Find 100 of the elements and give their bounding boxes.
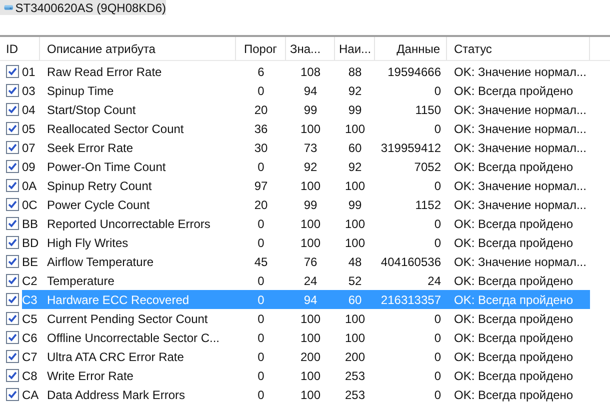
table-row[interactable]: C5 Current Pending Sector Count 0 100 100 0 OK: Всегда пройдено xyxy=(22,309,590,328)
table-row[interactable]: C2 Temperature 0 24 52 24 OK: Всегда пройдено xyxy=(22,271,590,290)
table-cell-text: OK: Значение нормал... xyxy=(453,120,588,138)
table-cell-text: 108 xyxy=(299,64,322,80)
checkbox[interactable] xyxy=(6,312,19,325)
column-header[interactable]: Зна... xyxy=(286,37,335,60)
table-row[interactable]: 04 Start/Stop Count 20 99 99 1150 OK: Значение нормал... xyxy=(22,100,590,119)
checkmark-icon xyxy=(8,238,17,247)
column-header[interactable]: Описание атрибута xyxy=(40,37,236,60)
table-cell-text: BE xyxy=(22,254,40,270)
table-row[interactable]: BE Airflow Temperature 45 76 48 404160536 OK: Значение нормал... xyxy=(22,252,590,271)
column-header[interactable]: Наи... xyxy=(335,37,375,60)
table-cell-text: C6 xyxy=(22,330,38,346)
checkbox[interactable] xyxy=(6,369,19,382)
checkmark-icon xyxy=(8,162,17,171)
table-row[interactable]: BB Reported Uncorrectable Errors 0 100 100 0 OK: Всегда пройдено xyxy=(22,214,590,233)
table-cell-text: 404160536 xyxy=(380,254,442,270)
table-cell-text: Spinup Time xyxy=(46,82,115,100)
table-cell-text: 0 xyxy=(433,178,442,194)
table-cell-text: 0 xyxy=(256,158,266,176)
table-row[interactable]: 01 Raw Read Error Rate 6 108 88 19594666 OK: Значение нормал... xyxy=(22,62,590,81)
table-row[interactable]: 0C Power Cycle Count 20 99 99 1152 OK: Значение нормал... xyxy=(22,195,590,214)
table-cell-text: OK: Значение нормал... xyxy=(453,140,588,156)
table-cell-text: BB xyxy=(22,216,40,232)
checkbox[interactable] xyxy=(6,388,19,401)
table-row[interactable]: CA Data Address Mark Errors 0 100 253 0 OK: Всегда пройдено xyxy=(22,385,590,404)
table-row[interactable]: 07 Seek Error Rate 30 73 60 319959412 OK: Значение нормал... xyxy=(22,138,590,157)
table-cell-text: Write Error Rate xyxy=(46,368,134,384)
table-cell-text: Hardware ECC Recovered xyxy=(46,292,190,308)
table-cell-text: 100 xyxy=(299,330,322,346)
checkbox[interactable] xyxy=(6,65,19,78)
table-cell-text: 0 xyxy=(256,368,266,384)
checkbox[interactable] xyxy=(6,331,19,344)
table-row[interactable]: 05 Reallocated Sector Count 36 100 100 0 OK: Значение нормал... xyxy=(22,119,590,138)
table-cell-text: CA xyxy=(22,386,40,404)
checkmark-icon xyxy=(8,86,17,95)
table-cell-text: OK: Значение нормал... xyxy=(453,196,588,214)
table-cell-text: OK: Всегда пройдено xyxy=(453,234,574,252)
table-cell-text: OK: Всегда пройдено xyxy=(453,82,574,100)
table-cell-text: 19594666 xyxy=(386,64,442,80)
table-cell-text: 0 xyxy=(256,330,266,346)
table-row[interactable]: C8 Write Error Rate 0 100 253 0 OK: Всегда пройдено xyxy=(22,366,590,385)
table-cell-text: 60 xyxy=(347,292,363,308)
checkbox[interactable] xyxy=(6,122,19,135)
table-cell-text: OK: Всегда пройдено xyxy=(453,158,574,176)
table-cell-text: 7052 xyxy=(413,158,442,176)
table-cell-text: 0 xyxy=(433,310,442,328)
checkbox[interactable] xyxy=(6,350,19,363)
table-cell-text: 0 xyxy=(256,272,266,290)
column-header[interactable]: Данные xyxy=(375,37,447,60)
table-row[interactable]: 0A Spinup Retry Count 97 100 100 0 OK: Значение нормал... xyxy=(22,176,590,195)
table-cell-text: 0 xyxy=(433,120,442,138)
checkbox[interactable] xyxy=(6,179,19,192)
table-cell-text: C2 xyxy=(22,272,38,290)
checkbox[interactable] xyxy=(6,103,19,116)
checkbox[interactable] xyxy=(6,160,19,173)
table-row[interactable]: 03 Spinup Time 0 94 92 0 OK: Всегда пройдено xyxy=(22,81,590,100)
column-header[interactable]: ID xyxy=(0,37,40,60)
table-cell-text: 200 xyxy=(299,348,322,366)
table-cell-text: 24 xyxy=(302,272,318,290)
table-cell-text: C8 xyxy=(22,368,38,384)
table-cell-text: 0 xyxy=(256,386,266,404)
checkbox[interactable] xyxy=(6,198,19,211)
table-cell-text: C7 xyxy=(22,348,38,366)
checkbox[interactable] xyxy=(6,274,19,287)
hard-drive-icon xyxy=(4,3,14,12)
table-cell-text: 100 xyxy=(299,216,322,232)
table-cell-text: 94 xyxy=(302,292,318,308)
table-row[interactable]: C6 Offline Uncorrectable Sector C... 0 100 100 0 OK: Всегда пройдено xyxy=(22,328,590,347)
checkbox[interactable] xyxy=(6,255,19,268)
checkmark-icon xyxy=(8,67,17,76)
checkbox[interactable] xyxy=(6,217,19,230)
checkmark-icon xyxy=(8,143,17,152)
table-cell-text: OK: Всегда пройдено xyxy=(453,368,574,384)
table-cell-text: OK: Всегда пройдено xyxy=(453,292,574,308)
checkbox[interactable] xyxy=(6,141,19,154)
column-header[interactable]: Порог xyxy=(236,37,286,60)
table-row[interactable]: 09 Power-On Time Count 0 92 92 7052 OK: Всегда пройдено xyxy=(22,157,590,176)
drive-tab[interactable]: ST3400620AS (9QH08KD6) xyxy=(0,0,166,15)
table-cell-text: 48 xyxy=(347,254,363,270)
table-cell-text: 60 xyxy=(347,140,363,156)
checkmark-icon xyxy=(8,200,17,209)
table-cell-text: High Fly Writes xyxy=(46,234,130,252)
table-cell-text: 99 xyxy=(347,102,363,118)
table-cell-text: 45 xyxy=(253,254,269,270)
table-cell-text: OK: Всегда пройдено xyxy=(453,330,574,346)
checkmark-icon xyxy=(8,371,17,380)
table-cell-text: 253 xyxy=(344,386,366,404)
table-cell-text: Data Address Mark Errors xyxy=(46,386,186,404)
table-cell-text: 1152 xyxy=(414,196,442,214)
table-cell-text: 30 xyxy=(253,140,269,156)
checkbox[interactable] xyxy=(6,293,19,306)
checkbox[interactable] xyxy=(6,236,19,249)
table-cell-text: Ultra ATA CRC Error Rate xyxy=(46,348,185,366)
column-header[interactable]: Статус xyxy=(447,37,590,60)
checkbox[interactable] xyxy=(6,84,19,97)
table-row[interactable]: BD High Fly Writes 0 100 100 0 OK: Всегда пройдено xyxy=(22,233,590,252)
table-cell-text: OK: Всегда пройдено xyxy=(453,216,574,232)
table-cell-text: 0 xyxy=(256,82,266,100)
table-row[interactable]: C7 Ultra ATA CRC Error Rate 0 200 200 0 OK: Всегда пройдено xyxy=(22,347,590,366)
